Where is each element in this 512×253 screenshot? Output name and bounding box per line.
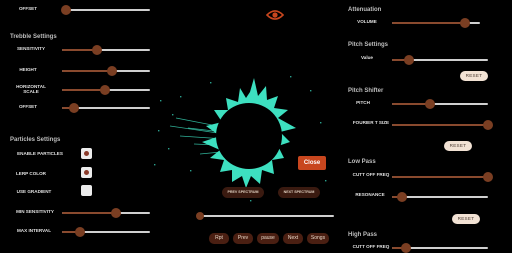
slider-thumb[interactable] [69, 103, 79, 113]
height-slider[interactable] [62, 66, 150, 76]
sensitivity-slider[interactable] [62, 45, 150, 55]
pitch-value-label: Value [360, 55, 373, 60]
enable-particles-label: ENABLE PARTICLES [17, 151, 63, 156]
low-pass-reset-button[interactable]: RESET [452, 214, 480, 224]
songs-button[interactable]: Songs [307, 233, 329, 244]
particles-settings-title: Particles Settings [10, 137, 61, 143]
pitch-shifter-reset-button[interactable]: RESET [444, 141, 472, 151]
attenuation-title: Attenuation [348, 7, 382, 13]
resonance-label: RESONANCE [355, 192, 385, 197]
slider-thumb[interactable] [92, 45, 102, 55]
treble-settings-title: Trebble Settings [10, 34, 57, 40]
slider-thumb[interactable] [397, 192, 407, 202]
height-label: HEIGHT [19, 67, 37, 72]
volume-label: VOLUME [357, 19, 377, 24]
pitch-slider[interactable] [392, 99, 488, 109]
offset-label-top: OFFSET [18, 6, 38, 11]
slider-thumb[interactable] [483, 120, 493, 130]
low-pass-cutoff-slider[interactable] [392, 172, 493, 182]
pitch-settings-title: Pitch Settings [348, 42, 389, 48]
sensitivity-label: SENSITIVITY [16, 46, 46, 51]
low-pass-title: Low Pass [348, 159, 376, 165]
horizontal-scale-label: HORIZONTAL SCALE [16, 84, 46, 94]
slider-thumb[interactable] [404, 55, 414, 65]
treble-offset-slider[interactable] [62, 103, 150, 113]
low-pass-cutoff-label: CUTT OFF FREQ [352, 172, 390, 177]
fourier-size-label: FOURIER T SIZE [352, 120, 390, 125]
progress-slider[interactable] [196, 212, 334, 220]
top-offset-slider[interactable] [61, 5, 150, 15]
slider-thumb[interactable] [107, 66, 117, 76]
prev-button[interactable]: Prev [233, 233, 253, 244]
use-gradient-label: USE GRADIENT [16, 189, 52, 194]
pitch-settings-reset-button[interactable]: RESET [460, 71, 488, 81]
pitch-label: PITCH [356, 100, 370, 105]
min-sensitivity-label: MIN SENSITIVITY [16, 209, 54, 214]
high-pass-cutoff-slider[interactable] [392, 243, 488, 253]
slider-thumb[interactable] [196, 212, 204, 220]
fourier-size-slider[interactable] [392, 120, 493, 130]
treble-offset-label: OFFSET [18, 104, 38, 109]
slider-thumb[interactable] [425, 99, 435, 109]
slider-thumb[interactable] [111, 208, 121, 218]
slider-thumb[interactable] [75, 227, 85, 237]
next-button[interactable]: Next [283, 233, 303, 244]
next-spectrum-button[interactable]: NEXT SPECTRUM [278, 187, 320, 198]
eye-icon[interactable] [265, 8, 285, 20]
prev-spectrum-button[interactable]: PREV SPECTRUM [222, 187, 264, 198]
max-interval-slider[interactable] [62, 227, 150, 237]
repeat-button[interactable]: Rpt [209, 233, 229, 244]
pitch-shifter-title: Pitch Shifter [348, 88, 384, 94]
high-pass-title: High Pass [348, 232, 378, 238]
lerp-color-checkbox[interactable] [81, 167, 92, 178]
close-button[interactable]: Close [298, 156, 326, 170]
horizontal-scale-slider[interactable] [62, 85, 150, 95]
resonance-slider[interactable] [392, 192, 488, 202]
slider-thumb[interactable] [460, 18, 470, 28]
lerp-color-label: LERP COLOR [15, 171, 47, 176]
slider-thumb[interactable] [100, 85, 110, 95]
volume-slider[interactable] [392, 18, 480, 28]
min-sensitivity-slider[interactable] [62, 208, 150, 218]
pause-button[interactable]: pause [257, 233, 279, 244]
pitch-value-slider[interactable] [392, 55, 488, 65]
slider-thumb[interactable] [483, 172, 493, 182]
enable-particles-checkbox[interactable] [81, 148, 92, 159]
use-gradient-checkbox[interactable] [81, 185, 92, 196]
slider-thumb[interactable] [61, 5, 71, 15]
high-pass-cutoff-label: CUTT OFF FREQ [352, 244, 390, 249]
max-interval-label: MAX INTERVAL [16, 228, 52, 233]
